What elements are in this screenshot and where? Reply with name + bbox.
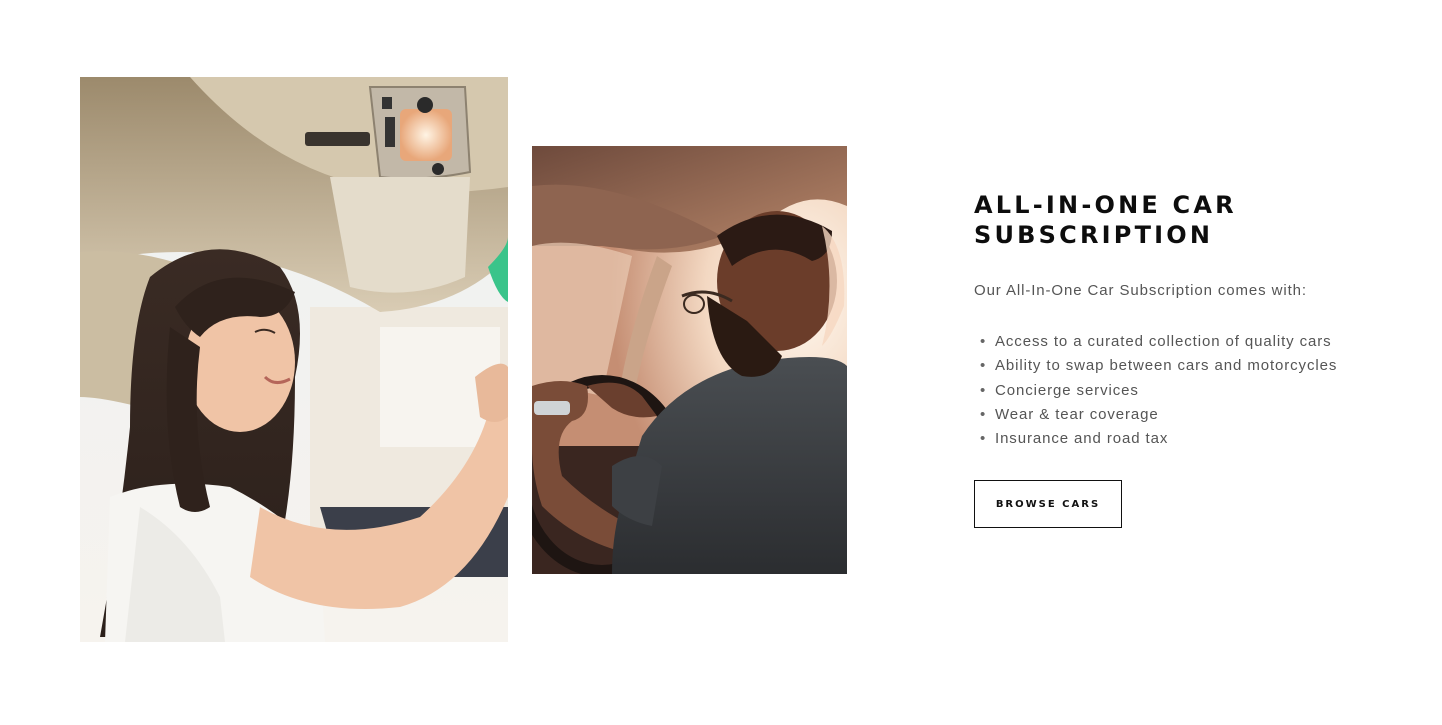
- feature-text: Insurance and road tax: [995, 430, 1169, 448]
- feature-text: Concierge services: [995, 381, 1139, 399]
- bullet-icon: •: [980, 430, 987, 448]
- bullet-icon: •: [980, 405, 987, 423]
- feature-list-item: • Access to a curated collection of quali…: [980, 330, 1337, 354]
- feature-list-item: • Wear & tear coverage: [980, 403, 1337, 427]
- feature-list-item: • Ability to swap between cars and motorc…: [980, 354, 1337, 378]
- subscription-info-panel: ALL-IN-ONE CAR SUBSCRIPTION Our All-In-O…: [974, 190, 1394, 528]
- section-intro: Our All-In-One Car Subscription comes wi…: [974, 282, 1307, 299]
- feature-text: Ability to swap between cars and motorcy…: [995, 357, 1338, 375]
- man-driving-photo: [532, 146, 847, 574]
- feature-list-item: • Insurance and road tax: [980, 427, 1337, 451]
- woman-driving-photo: [80, 77, 508, 642]
- section-title: ALL-IN-ONE CAR SUBSCRIPTION: [974, 191, 1237, 249]
- bullet-icon: •: [980, 381, 987, 399]
- feature-list: • Access to a curated collection of quali…: [980, 330, 1337, 451]
- feature-text: Wear & tear coverage: [995, 405, 1159, 423]
- feature-list-item: • Concierge services: [980, 379, 1337, 403]
- browse-cars-button[interactable]: BROWSE CARS: [974, 480, 1122, 528]
- bullet-icon: •: [980, 333, 987, 350]
- bullet-icon: •: [980, 357, 987, 375]
- feature-text: Access to a curated collection of qualit…: [995, 333, 1332, 350]
